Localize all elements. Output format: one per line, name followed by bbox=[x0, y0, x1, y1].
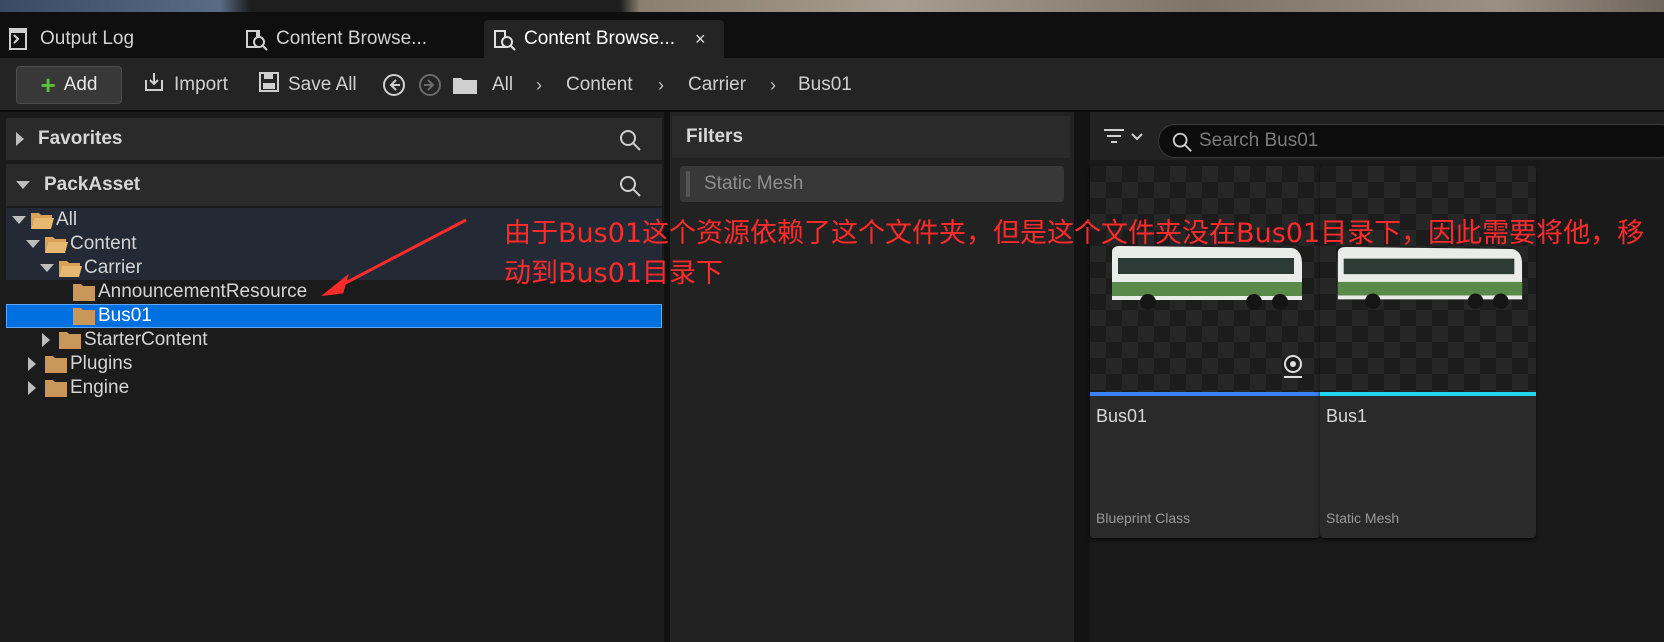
annotation-text: 由于Bus01这个资源依赖了这个文件夹，但是这个文件夹没在Bus01目录下，因此… bbox=[504, 218, 1645, 289]
annotation-arrow bbox=[320, 218, 467, 297]
